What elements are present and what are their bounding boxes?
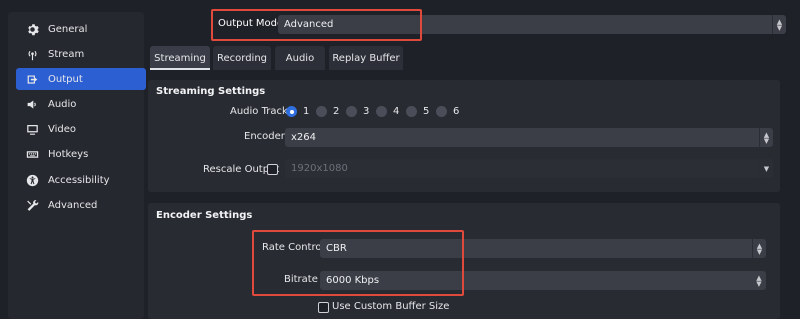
spin-arrows-icon: ▲ ▼	[756, 273, 762, 288]
output-mode-label: Output Mode	[218, 18, 284, 29]
gear-icon	[25, 22, 39, 36]
chevron-updown-icon: ▲ ▼	[772, 15, 786, 34]
sidebar-item-output[interactable]: Output	[16, 68, 146, 90]
tab-replay-buffer[interactable]: Replay Buffer	[329, 46, 403, 70]
tab-label: Audio	[285, 52, 315, 64]
audio-track-label: Audio Track	[230, 106, 288, 117]
radio-dot	[406, 106, 417, 117]
encoder-value: x264	[291, 132, 317, 143]
encoder-select[interactable]: x264 ▲ ▼	[285, 128, 773, 147]
sidebar-item-advanced[interactable]: Advanced	[16, 194, 146, 216]
audio-track-radio-4[interactable]: 4	[376, 106, 399, 117]
radio-label: 6	[453, 106, 460, 117]
sidebar-item-label: Hotkeys	[48, 148, 89, 160]
sidebar-item-video[interactable]: Video	[16, 118, 146, 140]
rescale-output-value: 1920x1080	[291, 163, 348, 174]
rescale-output-select[interactable]: 1920x1080 ▼	[285, 159, 773, 178]
radio-label: 2	[333, 106, 340, 117]
radio-label: 3	[363, 106, 370, 117]
speaker-icon	[25, 97, 39, 111]
rate-control-select[interactable]: CBR ▲ ▼	[320, 239, 766, 258]
sidebar-item-general[interactable]: General	[16, 18, 146, 40]
radio-dot	[436, 106, 447, 117]
monitor-icon	[25, 122, 39, 136]
group-title: Streaming Settings	[156, 86, 266, 97]
audio-track-radio-1[interactable]: 1	[286, 106, 309, 117]
rate-control-value: CBR	[326, 243, 347, 254]
encoder-label: Encoder	[244, 131, 285, 142]
tools-icon	[25, 198, 39, 212]
sidebar-item-label: Advanced	[48, 199, 98, 211]
rate-control-label: Rate Control	[262, 242, 325, 253]
antenna-icon	[25, 47, 39, 61]
sidebar-item-label: Accessibility	[48, 174, 110, 186]
radio-dot	[316, 106, 327, 117]
custom-buffer-label: Use Custom Buffer Size	[332, 301, 450, 312]
settings-sidebar: General Stream Output Audio Video Hotkey…	[8, 12, 146, 319]
radio-label: 5	[423, 106, 430, 117]
sidebar-item-label: Video	[48, 123, 77, 135]
tab-audio[interactable]: Audio	[275, 46, 325, 70]
output-icon	[25, 72, 39, 86]
bitrate-spinbox[interactable]: 6000 Kbps ▲ ▼	[320, 271, 766, 290]
output-mode-value: Advanced	[284, 19, 334, 30]
keyboard-icon	[25, 147, 39, 161]
output-mode-select[interactable]: Advanced ▲ ▼	[278, 15, 786, 34]
bitrate-value: 6000 Kbps	[326, 275, 380, 286]
radio-label: 1	[303, 106, 310, 117]
audio-track-radio-3[interactable]: 3	[346, 106, 369, 117]
sidebar-item-hotkeys[interactable]: Hotkeys	[16, 143, 146, 165]
tab-label: Streaming	[154, 52, 206, 64]
sidebar-item-audio[interactable]: Audio	[16, 93, 146, 115]
rescale-output-checkbox[interactable]	[267, 164, 278, 175]
chevron-updown-icon: ▲ ▼	[759, 128, 773, 147]
sidebar-item-accessibility[interactable]: Accessibility	[16, 169, 146, 191]
tab-label: Replay Buffer	[332, 52, 400, 64]
custom-buffer-checkbox[interactable]	[318, 302, 329, 313]
tab-label: Recording	[216, 52, 267, 64]
sidebar-item-label: Output	[48, 73, 83, 85]
radio-dot	[376, 106, 387, 117]
accessibility-icon	[25, 173, 39, 187]
sidebar-item-label: Stream	[48, 48, 85, 60]
group-title: Encoder Settings	[156, 210, 253, 221]
audio-track-radio-2[interactable]: 2	[316, 106, 339, 117]
tab-streaming[interactable]: Streaming	[150, 46, 210, 70]
radio-dot	[346, 106, 357, 117]
encoder-settings-group: Encoder Settings	[148, 203, 780, 319]
bitrate-label: Bitrate	[284, 274, 318, 285]
sidebar-item-label: General	[48, 23, 88, 35]
chevron-down-icon: ▼	[759, 159, 773, 178]
chevron-updown-icon: ▲ ▼	[752, 239, 766, 258]
audio-track-radio-6[interactable]: 6	[436, 106, 459, 117]
tab-recording[interactable]: Recording	[213, 46, 271, 70]
audio-track-radio-5[interactable]: 5	[406, 106, 429, 117]
sidebar-item-stream[interactable]: Stream	[16, 43, 146, 65]
radio-dot	[286, 106, 297, 117]
sidebar-item-label: Audio	[48, 98, 77, 110]
radio-label: 4	[393, 106, 400, 117]
